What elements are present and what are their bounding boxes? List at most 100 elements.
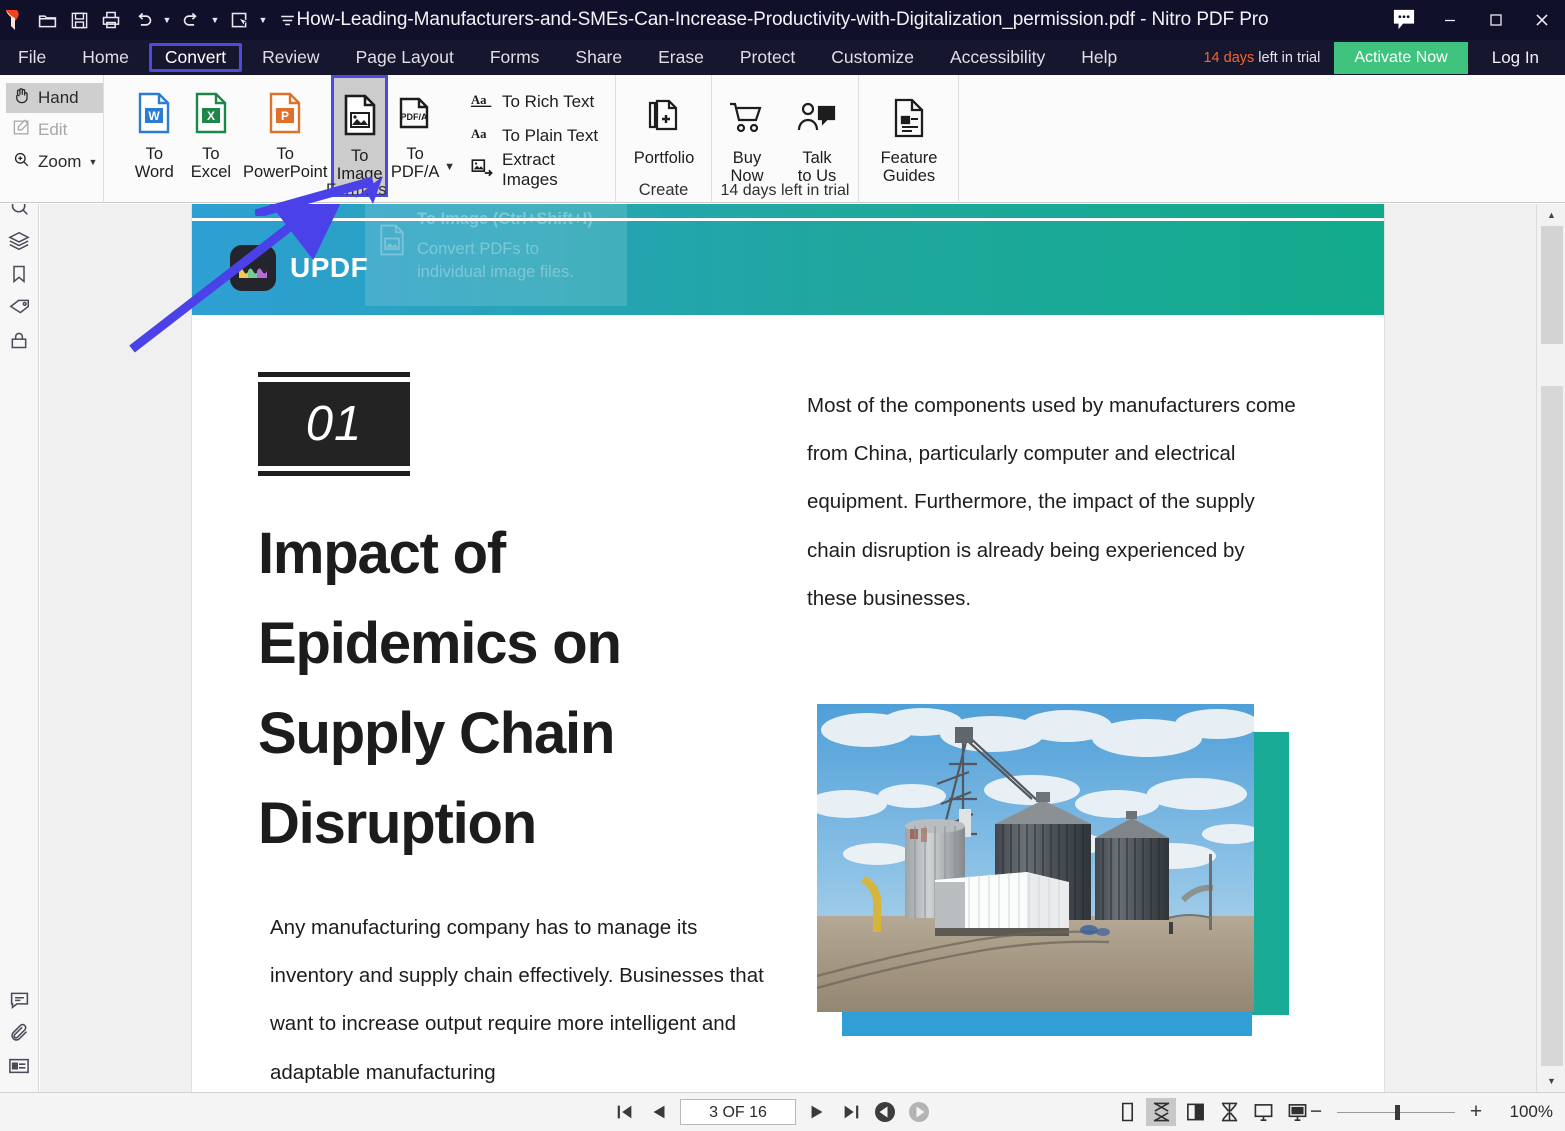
- page-number-input[interactable]: 3 OF 16: [680, 1099, 796, 1125]
- edit-tool-button[interactable]: Edit: [6, 115, 103, 145]
- log-in-button[interactable]: Log In: [1468, 48, 1565, 68]
- convert-to-word-button[interactable]: W To Word: [126, 81, 183, 191]
- menu-bar: File Home Convert Review Page Layout For…: [0, 40, 1565, 75]
- last-page-icon[interactable]: [838, 1099, 864, 1125]
- portfolio-button[interactable]: Portfolio: [616, 75, 712, 187]
- scroll-track[interactable]: [1537, 226, 1565, 1070]
- tag-icon[interactable]: [0, 290, 39, 323]
- menu-item-erase[interactable]: Erase: [642, 43, 720, 72]
- document-headline: Impact of Epidemics on Supply Chain Disr…: [258, 521, 622, 856]
- tooltip-line-2: individual image files.: [417, 262, 574, 281]
- navigate-forward-icon[interactable]: [906, 1099, 932, 1125]
- select-icon[interactable]: [224, 5, 254, 35]
- zoom-in-button[interactable]: +: [1467, 1100, 1485, 1124]
- cart-icon: [728, 87, 766, 149]
- continuous-view-button[interactable]: [1146, 1098, 1176, 1126]
- edit-tool-label: Edit: [38, 120, 68, 139]
- trial-status-rest: left in trial: [1254, 49, 1321, 66]
- window-controls[interactable]: [1381, 0, 1565, 40]
- menu-item-customize[interactable]: Customize: [815, 43, 930, 72]
- to-plain-text-button[interactable]: Aa To Plain Text: [465, 119, 615, 153]
- search-icon[interactable]: [0, 204, 39, 224]
- title-bar: ▼ ▼ ▼ How-Leading-Manufacturers-and-SMEs…: [0, 0, 1565, 40]
- quick-access-toolbar[interactable]: ▼ ▼ ▼: [26, 5, 302, 35]
- menu-item-home[interactable]: Home: [66, 43, 145, 72]
- menu-item-protect[interactable]: Protect: [724, 43, 811, 72]
- zoom-tool-button[interactable]: Zoom ▼: [6, 147, 103, 177]
- menu-item-convert[interactable]: Convert: [148, 43, 243, 72]
- single-page-view-button[interactable]: [1112, 1098, 1142, 1126]
- tooltip-image-icon: [379, 224, 405, 262]
- chat-icon[interactable]: [1381, 0, 1427, 40]
- print-icon[interactable]: [96, 5, 126, 35]
- convert-to-image-tooltip: To Image (Ctrl+Shift+I) Convert PDFs to …: [365, 204, 627, 306]
- redo-chevron-down-icon[interactable]: ▼: [208, 5, 222, 35]
- rich-text-icon: Aa: [471, 92, 493, 113]
- hand-tool-button[interactable]: Hand: [6, 83, 103, 113]
- minimize-button[interactable]: [1427, 0, 1473, 40]
- buy-now-button[interactable]: Buy Now: [712, 75, 782, 187]
- ribbon-group-trial: Buy Now Talk to Us 14 days left in trial: [712, 75, 859, 203]
- facing-continuous-view-button[interactable]: [1214, 1098, 1244, 1126]
- first-page-icon[interactable]: [612, 1099, 638, 1125]
- select-chevron-down-icon[interactable]: ▼: [256, 5, 270, 35]
- menu-item-file[interactable]: File: [2, 43, 62, 72]
- layers-panel-icon[interactable]: [0, 1049, 39, 1082]
- menu-item-accessibility[interactable]: Accessibility: [934, 43, 1061, 72]
- zoom-out-button[interactable]: −: [1307, 1100, 1325, 1124]
- feature-guides-label-2: Guides: [882, 167, 936, 186]
- bookmark-icon[interactable]: [0, 257, 39, 290]
- open-icon[interactable]: [32, 5, 62, 35]
- zoom-slider[interactable]: [1337, 1104, 1455, 1120]
- next-page-icon[interactable]: [804, 1099, 830, 1125]
- talk-to-us-label-1: Talk: [802, 149, 832, 167]
- menu-item-page-layout[interactable]: Page Layout: [340, 43, 470, 72]
- zoom-chevron-down-icon[interactable]: ▼: [88, 157, 97, 167]
- facing-pages-view-button[interactable]: [1180, 1098, 1210, 1126]
- image-icon: [343, 83, 377, 147]
- buy-now-label-1: Buy: [732, 149, 762, 167]
- previous-page-icon[interactable]: [646, 1099, 672, 1125]
- convert-to-pdfa-button[interactable]: PDF/A To PDF/A ▼: [388, 75, 455, 191]
- comment-icon[interactable]: [0, 983, 39, 1016]
- vertical-scrollbar[interactable]: ▲ ▼: [1536, 204, 1565, 1092]
- hand-tool-label: Hand: [38, 88, 79, 107]
- zoom-slider-knob[interactable]: [1395, 1104, 1400, 1120]
- attachment-icon[interactable]: [0, 1016, 39, 1049]
- talk-to-us-button[interactable]: Talk to Us: [782, 75, 852, 187]
- scroll-thumb-lower[interactable]: [1541, 386, 1563, 1066]
- convert-to-powerpoint-button[interactable]: P To PowerPoint: [239, 81, 331, 191]
- more-options-icon[interactable]: [272, 5, 302, 35]
- document-viewport[interactable]: UPDF To Image (Ctrl+Shift+I) Convert PDF…: [40, 204, 1536, 1092]
- save-icon[interactable]: [64, 5, 94, 35]
- pdfa-chevron-down-icon[interactable]: ▼: [444, 161, 455, 173]
- feature-guides-button[interactable]: Feature Guides: [859, 75, 959, 195]
- text-commands-list: Aa To Rich Text Aa To Plain Text Extract…: [465, 85, 615, 189]
- scroll-thumb[interactable]: [1541, 226, 1563, 344]
- navigate-back-icon[interactable]: [872, 1099, 898, 1125]
- scroll-up-button[interactable]: ▲: [1537, 204, 1565, 226]
- grain-silos-photo: [817, 704, 1289, 1039]
- zoom-level-label: 100%: [1509, 1102, 1553, 1121]
- menu-item-review[interactable]: Review: [246, 43, 335, 72]
- tooltip-title: To Image (Ctrl+Shift+I): [417, 210, 593, 228]
- trial-status: 14 days left in trial: [1203, 50, 1334, 66]
- menu-item-forms[interactable]: Forms: [474, 43, 556, 72]
- undo-chevron-down-icon[interactable]: ▼: [160, 5, 174, 35]
- menu-item-help[interactable]: Help: [1065, 43, 1133, 72]
- convert-to-excel-button[interactable]: X To Excel: [183, 81, 240, 191]
- redo-icon[interactable]: [176, 5, 206, 35]
- scroll-down-button[interactable]: ▼: [1537, 1070, 1565, 1092]
- convert-to-powerpoint-label-1: To: [276, 145, 294, 163]
- ribbon-toolbar: Hand Edit Zoom ▼ W To Word X To Excel P …: [0, 75, 1565, 203]
- maximize-button[interactable]: [1473, 0, 1519, 40]
- to-rich-text-button[interactable]: Aa To Rich Text: [465, 85, 615, 119]
- undo-icon[interactable]: [128, 5, 158, 35]
- menu-item-share[interactable]: Share: [559, 43, 638, 72]
- full-screen-view-button[interactable]: [1248, 1098, 1278, 1126]
- close-button[interactable]: [1519, 0, 1565, 40]
- extract-images-button[interactable]: Extract Images: [465, 150, 615, 189]
- activate-now-button[interactable]: Activate Now: [1334, 41, 1468, 74]
- pages-icon[interactable]: [0, 224, 39, 257]
- lock-icon[interactable]: [0, 323, 39, 356]
